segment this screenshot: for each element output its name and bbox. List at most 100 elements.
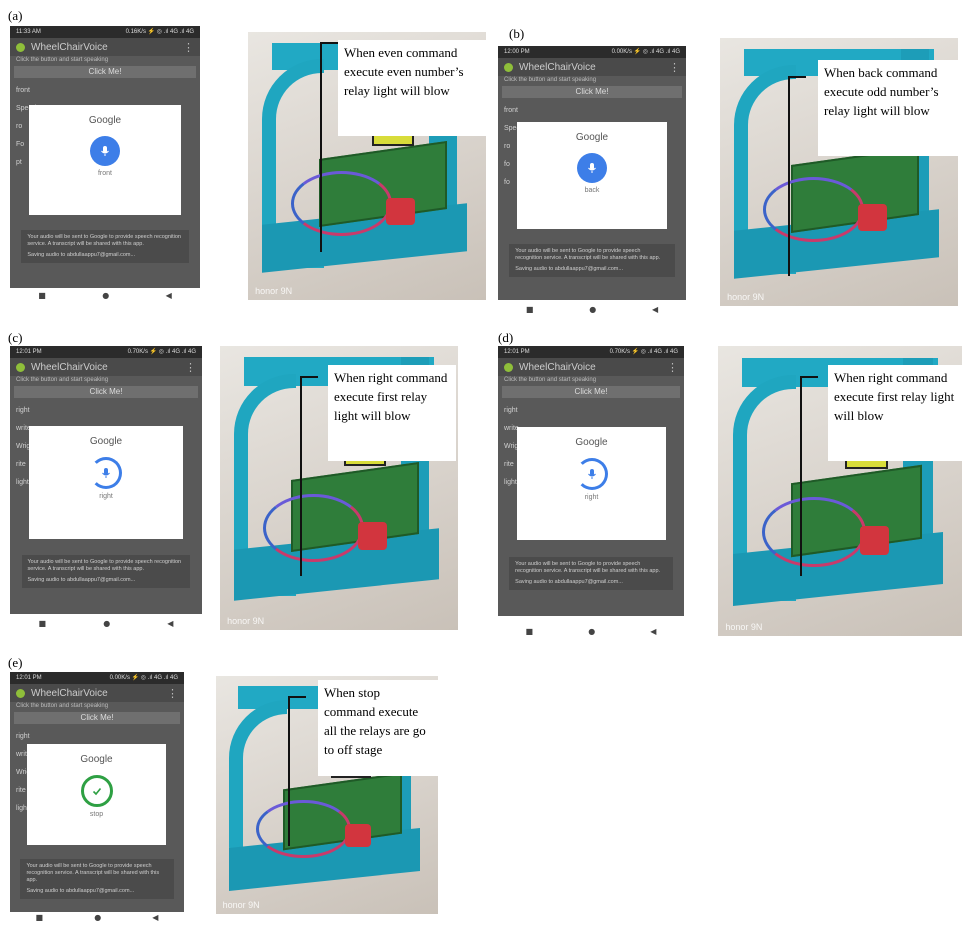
home-button[interactable]: ● [102, 291, 109, 300]
android-nav-bar: ■ ● ◀ [10, 910, 184, 924]
panel-label: (e) [8, 655, 23, 670]
pointer-line [800, 376, 802, 576]
app-title: WheelChairVoice [519, 361, 596, 373]
android-nav-bar: ■ ● ◀ [10, 288, 200, 302]
back-button[interactable]: ◀ [152, 913, 158, 922]
recents-button[interactable]: ■ [526, 627, 534, 636]
google-title: Google [80, 754, 113, 765]
privacy-notice: Your audio will be sent to Google to pro… [21, 555, 191, 588]
android-nav-bar: ■ ● ◀ [10, 616, 202, 630]
back-button[interactable]: ◀ [652, 305, 658, 314]
photo-wires [761, 496, 866, 567]
microphone-icon[interactable] [90, 136, 120, 166]
camera-watermark: honor 9N [227, 615, 265, 626]
click-me-button[interactable]: Click Me! [502, 86, 682, 98]
microphone-icon[interactable] [575, 458, 608, 490]
app-bar: WheelChairVoice ⋮ [10, 38, 200, 56]
google-title: Google [575, 132, 609, 143]
status-bar: 12:00 PM 0.00K/s ⚡ ◎ .ıl 4G .ıl 4G [498, 46, 686, 58]
annotation-box: When right command execute first relay l… [828, 365, 962, 461]
home-button[interactable]: ● [589, 305, 596, 314]
overflow-menu-icon[interactable]: ⋮ [167, 687, 178, 700]
google-title: Google [89, 436, 123, 447]
list-item: front [16, 87, 31, 94]
phone-screenshot: 12:01 PM 0.00K/s ⚡ ◎ .ıl 4G .ıl 4G WheelCh… [10, 672, 184, 912]
pointer-line [288, 696, 306, 698]
home-button[interactable]: ● [94, 913, 101, 922]
phone-screenshot: 11:33 AM 0.16K/s ⚡ ◎ .ıl 4G .ıl 4G WheelCh… [10, 26, 200, 288]
android-nav-bar: ■ ● ◀ [498, 302, 686, 316]
status-bar: 12:01 PM 0.70K/s ⚡ ◎ .ıl 4G .ıl 4G [10, 346, 202, 358]
click-me-button[interactable]: Click Me! [14, 386, 198, 398]
pointer-line [320, 42, 338, 44]
photo-wires [255, 799, 351, 859]
status-indicators: 0.70K/s ⚡ ◎ .ıl 4G .ıl 4G [127, 349, 196, 355]
notice-text: Your audio will be sent to Google to pro… [26, 863, 160, 883]
microphone-icon[interactable] [577, 153, 607, 183]
recents-button[interactable]: ■ [526, 305, 534, 314]
photo-fan [358, 522, 387, 551]
app-bar: WheelChairVoice ⋮ [10, 684, 184, 702]
google-title: Google [88, 115, 122, 126]
click-me-button[interactable]: Click Me! [14, 712, 180, 724]
home-button[interactable]: ● [588, 627, 595, 636]
photo-wires [262, 493, 365, 563]
notice-text: Your audio will be sent to Google to pro… [27, 559, 182, 572]
pointer-line [300, 376, 318, 378]
status-indicators: 0.00K/s ⚡ ◎ .ıl 4G .ıl 4G [109, 675, 178, 681]
saving-audio-text: Saving audio to abdullaappu7@gmail.com..… [27, 252, 136, 258]
status-time: 12:01 PM [504, 349, 530, 355]
photo-fan [858, 204, 887, 231]
photo-fan [344, 823, 372, 848]
back-button[interactable]: ◀ [166, 291, 172, 300]
status-bar: 12:01 PM 0.00K/s ⚡ ◎ .ıl 4G .ıl 4G [10, 672, 184, 684]
app-logo-icon [16, 42, 25, 52]
panel-label: (a) [8, 8, 23, 23]
overflow-menu-icon[interactable]: ⋮ [669, 61, 680, 74]
app-title: WheelChairVoice [31, 361, 108, 373]
phone-screenshot: 12:01 PM 0.70K/s ⚡ ◎ .ıl 4G .ıl 4G WheelCh… [10, 346, 202, 614]
back-button[interactable]: ◀ [167, 619, 173, 628]
home-button[interactable]: ● [103, 619, 110, 628]
app-logo-icon [16, 688, 25, 698]
check-icon[interactable] [80, 775, 113, 807]
microphone-icon[interactable] [90, 457, 122, 489]
saving-audio-text: Saving audio to abdullaappu7@gmail.com..… [26, 888, 135, 894]
google-voice-dialog: Google front [29, 105, 181, 215]
recents-button[interactable]: ■ [39, 619, 47, 628]
annotation-box: When right command execute first relay l… [328, 365, 456, 461]
camera-watermark: honor 9N [255, 285, 293, 296]
photo-fan [859, 525, 889, 555]
pointer-line [320, 42, 322, 252]
overflow-menu-icon[interactable]: ⋮ [185, 361, 196, 374]
google-voice-dialog: Google back [517, 122, 667, 229]
phone-screenshot: 12:00 PM 0.00K/s ⚡ ◎ .ıl 4G .ıl 4G WheelCh… [498, 46, 686, 300]
privacy-notice: Your audio will be sent to Google to pro… [21, 230, 189, 263]
annotation-box: When back command execute odd number’s r… [818, 60, 960, 156]
annotation-box: When even command execute even number’s … [338, 40, 486, 136]
app-logo-icon [504, 62, 513, 72]
app-title: WheelChairVoice [31, 687, 108, 699]
google-voice-dialog: Google stop [27, 744, 166, 845]
status-indicators: 0.16K/s ⚡ ◎ .ıl 4G .ıl 4G [125, 29, 194, 35]
click-me-button[interactable]: Click Me! [14, 66, 196, 78]
recents-button[interactable]: ■ [38, 291, 46, 300]
status-time: 12:01 PM [16, 675, 42, 681]
app-title: WheelChairVoice [519, 61, 596, 73]
recognized-text: back [584, 187, 600, 194]
click-me-button[interactable]: Click Me! [502, 386, 680, 398]
recents-button[interactable]: ■ [36, 913, 44, 922]
instruction-text: Click the button and start speaking [504, 377, 597, 383]
camera-watermark: honor 9N [222, 900, 260, 911]
overflow-menu-icon[interactable]: ⋮ [183, 41, 194, 54]
overflow-menu-icon[interactable]: ⋮ [667, 361, 678, 374]
instruction-text: Click the button and start speaking [504, 77, 597, 83]
saving-audio-text: Saving audio to abdullaappu7@gmail.com..… [515, 266, 623, 272]
app-logo-icon [504, 362, 513, 372]
status-time: 12:01 PM [16, 349, 42, 355]
panel-label: (c) [8, 330, 23, 345]
back-button[interactable]: ◀ [650, 627, 656, 636]
status-time: 12:00 PM [504, 49, 530, 55]
list-item: right [16, 407, 30, 414]
recognized-text: front [97, 170, 112, 177]
